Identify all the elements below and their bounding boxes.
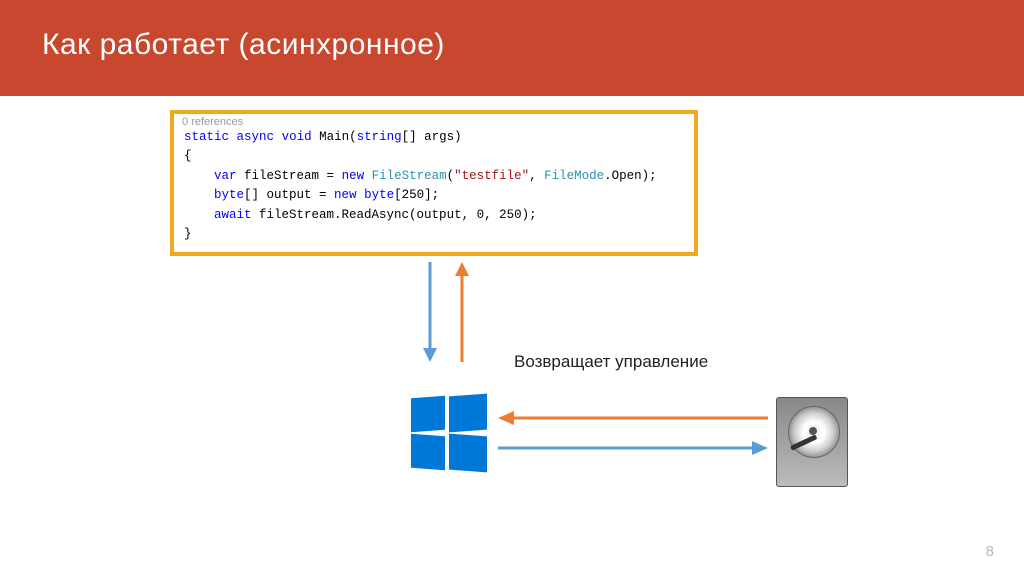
slide-title: Как работает (асинхронное) <box>42 28 982 62</box>
slide-header: Как работает (асинхронное) <box>0 0 1024 96</box>
code-block: static async void Main(string[] args) { … <box>174 128 694 252</box>
windows-logo-icon <box>411 395 487 471</box>
page-number: 8 <box>986 543 994 560</box>
code-snippet: 0 references static async void Main(stri… <box>170 110 698 256</box>
hard-drive-icon <box>776 397 848 487</box>
return-control-label: Возвращает управление <box>514 352 708 372</box>
arrow-left-icon <box>498 410 768 426</box>
arrow-right-icon <box>498 440 768 456</box>
arrow-down-icon <box>420 262 440 362</box>
references-hint: 0 references <box>174 114 694 128</box>
arrow-up-icon <box>452 262 472 362</box>
